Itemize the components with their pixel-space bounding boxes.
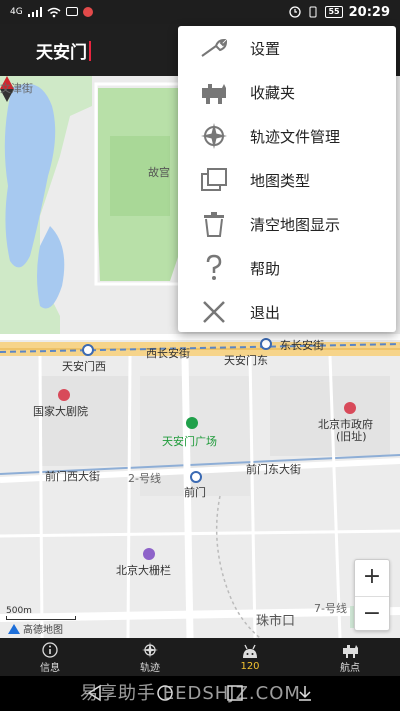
menu-label: 退出 [250, 303, 281, 322]
map-label-gugong: 故宫 [148, 166, 170, 179]
map-label-dashilan: 北京大栅栏 [116, 564, 171, 577]
menu-item-settings[interactable]: 设置 [178, 26, 396, 70]
robot-icon [241, 643, 259, 661]
scale-bar [6, 616, 76, 620]
menu-label: 轨迹文件管理 [250, 127, 341, 146]
park-icon [186, 417, 198, 429]
nav-tab-robot[interactable]: 120 [200, 638, 300, 676]
track-files-icon [201, 123, 227, 149]
zoom-out-button[interactable]: − [355, 596, 389, 632]
government-icon [344, 402, 356, 414]
favorites-icon [202, 84, 226, 104]
signal-icon [27, 7, 42, 17]
map-label-qianmen: 前门 [184, 486, 206, 499]
nav-tab-label: 航点 [340, 662, 360, 674]
zoom-in-button[interactable]: + [355, 560, 389, 596]
map-label-qianmen-west: 前门西大街 [45, 470, 100, 483]
menu-label: 清空地图显示 [250, 215, 341, 234]
message-icon [65, 7, 78, 16]
overflow-menu: 设置 收藏夹 轨迹文件管理 地图类型 清空地图显示 帮助 退出 [178, 26, 396, 332]
amap-logo-icon [8, 623, 20, 634]
metro-station-icon [82, 344, 94, 356]
bottom-navigation: 信息 轨迹 120 航点 [0, 638, 400, 676]
search-input[interactable]: 天安门 [36, 38, 91, 63]
map-scale: 500m [6, 606, 32, 616]
waypoint-icon [341, 641, 359, 659]
menu-item-help[interactable]: 帮助 [178, 246, 396, 290]
menu-item-map-type[interactable]: 地图类型 [178, 158, 396, 202]
menu-item-clear-map[interactable]: 清空地图显示 [178, 202, 396, 246]
menu-label: 地图类型 [250, 171, 311, 190]
map-label-wenjin: 文津街 [0, 82, 33, 95]
map-label-line2: 2-号线 [128, 472, 161, 485]
menu-item-track-files[interactable]: 轨迹文件管理 [178, 114, 396, 158]
nav-tab-label: 信息 [40, 662, 60, 674]
map-layers-icon [201, 168, 227, 191]
map-label-tiananmen-west: 天安门西 [62, 360, 106, 373]
vibrate-icon [309, 6, 317, 18]
system-navigation-bar: 易享助手 EEDSHJZ.COM [0, 676, 400, 711]
status-bar: 4G 55 20:29 [0, 0, 400, 24]
zoom-control: + − [354, 559, 390, 631]
map-label-theatre: 国家大剧院 [33, 405, 88, 418]
theatre-icon [58, 389, 70, 401]
menu-label: 帮助 [250, 259, 281, 278]
clock: 20:29 [348, 4, 390, 20]
menu-label: 收藏夹 [250, 83, 296, 102]
map-label-zhushikou: 珠市口 [256, 614, 296, 629]
nav-tab-label: 120 [240, 660, 260, 672]
map-provider-text: 高德地图 [23, 625, 63, 636]
metro-station-icon [260, 338, 272, 350]
info-icon [42, 641, 58, 659]
text-caret [89, 40, 91, 61]
search-text: 天安门 [36, 43, 87, 63]
map-provider-logo: 高德地图 [8, 621, 63, 636]
map-label-dongchangan: 东长安街 [280, 339, 324, 352]
map-label-xichangan: 西长安街 [146, 347, 190, 360]
close-icon [203, 301, 225, 323]
menu-item-exit[interactable]: 退出 [178, 290, 396, 334]
map-label-square: 天安门广场 [162, 435, 217, 448]
map-label-city-gov-sub: (旧址) [336, 430, 367, 443]
nav-tab-track[interactable]: 轨迹 [100, 638, 200, 676]
nav-tab-label: 轨迹 [140, 662, 160, 674]
trash-icon [204, 212, 224, 237]
battery-level: 55 [325, 6, 343, 18]
menu-label: 设置 [250, 39, 281, 58]
nav-tab-info[interactable]: 信息 [0, 638, 100, 676]
notification-icon [82, 7, 93, 17]
watermark: 易享助手 EEDSHJZ.COM [80, 683, 301, 704]
map-label-qianmen-east: 前门东大街 [246, 463, 301, 476]
alarm-clock-icon [289, 6, 302, 18]
shopping-icon [143, 548, 155, 560]
map-label-tiananmen-east: 天安门东 [224, 354, 268, 367]
wrench-icon [201, 38, 228, 57]
wifi-icon [47, 7, 61, 17]
compass-icon [142, 641, 158, 659]
metro-station-icon [190, 471, 202, 483]
menu-item-favorites[interactable]: 收藏夹 [178, 70, 396, 114]
map-label-line7: 7-号线 [314, 602, 347, 615]
signal-indicator: 4G [10, 7, 23, 17]
nav-tab-waypoint[interactable]: 航点 [300, 638, 400, 676]
help-icon [206, 254, 222, 280]
